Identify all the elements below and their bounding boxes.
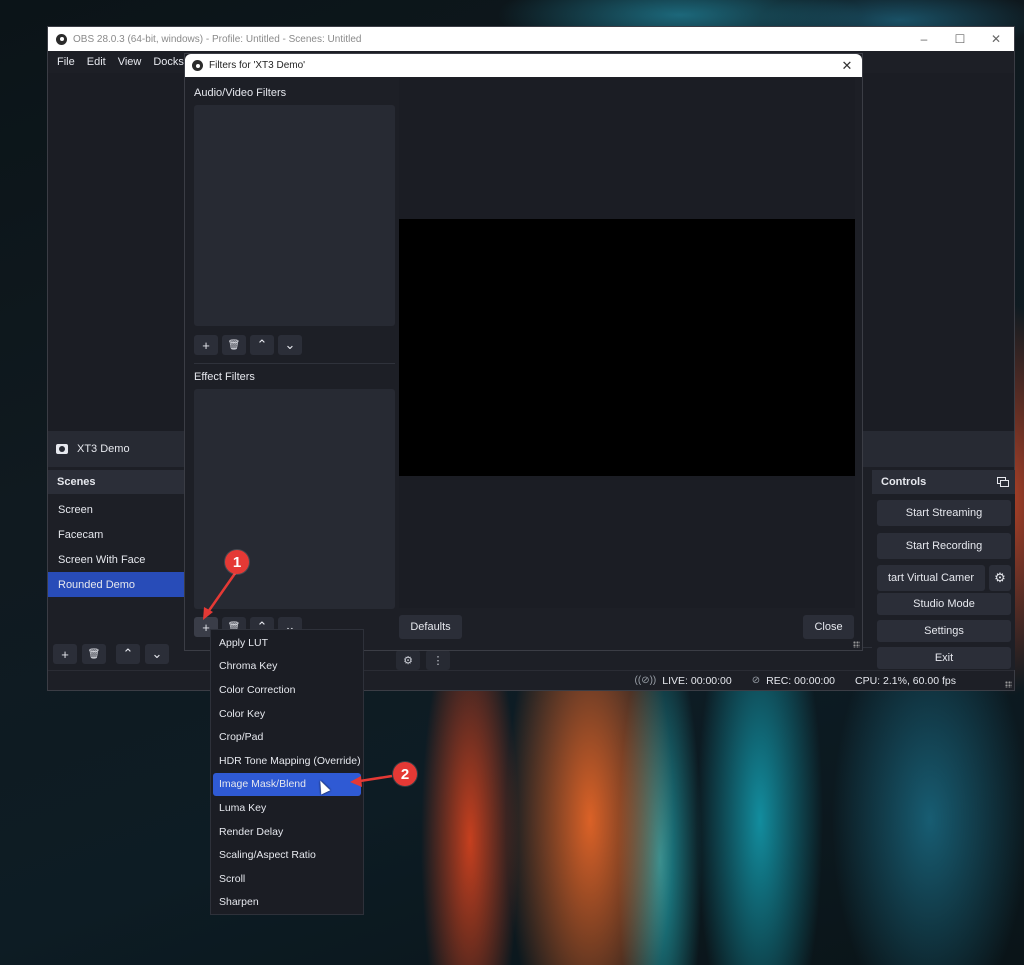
main-titlebar: OBS 28.0.3 (64-bit, windows) - Profile: …	[48, 27, 1014, 51]
exit-button[interactable]: Exit	[877, 647, 1011, 669]
close-dialog-icon[interactable]: ✕	[832, 58, 862, 74]
minimize-button[interactable]: –	[906, 27, 942, 51]
scene-item-screen-with-face[interactable]: Screen With Face	[48, 547, 186, 572]
section-divider	[194, 363, 395, 364]
controls-header: Controls	[872, 470, 1015, 494]
status-bar: ((⊘)) LIVE: 00:00:00 ⊘ REC: 00:00:00 CPU…	[48, 670, 1014, 690]
filters-dialog-title: Filters for 'XT3 Demo'	[209, 60, 306, 71]
scenes-header: Scenes	[48, 470, 186, 494]
menu-item-crop-pad[interactable]: Crop/Pad	[213, 725, 361, 749]
camera-icon	[56, 444, 68, 454]
source-name: XT3 Demo	[77, 443, 130, 455]
move-av-filter-down-button[interactable]: ⌄	[278, 335, 302, 355]
close-button[interactable]: Close	[803, 615, 854, 639]
start-streaming-button[interactable]: Start Streaming	[877, 500, 1011, 526]
effect-filters-label: Effect Filters	[194, 371, 255, 383]
move-av-filter-up-button[interactable]: ⌃	[250, 335, 274, 355]
obs-logo-icon	[192, 60, 203, 71]
controls-title: Controls	[881, 476, 927, 488]
audio-more-button[interactable]: ⋮	[426, 650, 450, 670]
settings-button[interactable]: Settings	[877, 620, 1011, 642]
gear-icon: ⚙	[994, 570, 1006, 585]
main-window-title: OBS 28.0.3 (64-bit, windows) - Profile: …	[73, 33, 362, 45]
stream-status-icon: ((⊘))	[634, 675, 657, 686]
menu-item-color-key[interactable]: Color Key	[213, 702, 361, 726]
effect-filters-list[interactable]	[194, 389, 395, 609]
menu-item-hdr-tone-mapping-override[interactable]: HDR Tone Mapping (Override)	[213, 749, 361, 773]
filters-dialog: Filters for 'XT3 Demo' ✕ Audio/Video Fil…	[184, 53, 863, 651]
filter-preview-video	[399, 219, 855, 476]
menu-item-luma-key[interactable]: Luma Key	[213, 796, 361, 820]
start-recording-button[interactable]: Start Recording	[877, 533, 1011, 559]
start-virtual-camera-button[interactable]: tart Virtual Camer	[877, 565, 985, 591]
step-1-badge: 1	[225, 550, 249, 574]
virtual-camera-row: tart Virtual Camer ⚙	[877, 565, 1011, 591]
trash-icon: 🗑	[227, 339, 241, 351]
menu-item-scroll[interactable]: Scroll	[213, 867, 361, 891]
audio-video-filters-label: Audio/Video Filters	[194, 87, 287, 99]
virtual-camera-settings-button[interactable]: ⚙	[989, 565, 1011, 591]
add-scene-button[interactable]: +	[53, 644, 77, 664]
resize-grip[interactable]	[1005, 681, 1012, 688]
menu-item-sharpen[interactable]: Sharpen	[213, 891, 361, 915]
menu-view[interactable]: View	[112, 56, 148, 68]
filters-titlebar: Filters for 'XT3 Demo' ✕	[185, 54, 862, 77]
maximize-button[interactable]: ☐	[942, 27, 978, 51]
remove-scene-button[interactable]: 🗑	[82, 644, 106, 664]
kebab-menu-icon: ⋮	[432, 654, 444, 667]
move-scene-down-button[interactable]: ⌄	[145, 644, 169, 664]
move-scene-up-button[interactable]: ⌃	[116, 644, 140, 664]
menu-file[interactable]: File	[51, 56, 81, 68]
record-status-icon: ⊘	[751, 675, 761, 686]
menu-item-render-delay[interactable]: Render Delay	[213, 820, 361, 844]
chevron-down-icon: ⌄	[284, 337, 296, 352]
scene-item-screen[interactable]: Screen	[48, 497, 186, 522]
chevron-down-icon: ⌄	[151, 646, 163, 661]
add-filter-menu: Apply LUT Chroma Key Color Correction Color…	[210, 629, 364, 915]
menu-edit[interactable]: Edit	[81, 56, 112, 68]
menu-item-image-mask-blend[interactable]: Image Mask/Blend	[213, 772, 361, 797]
scene-item-rounded-demo[interactable]: Rounded Demo	[48, 572, 186, 597]
add-av-filter-button[interactable]: +	[194, 335, 218, 355]
scenes-dock: Scenes Screen Facecam Screen With Face R…	[48, 470, 186, 670]
window-controls: – ☐ ✕	[906, 27, 1014, 51]
gear-icon: ⚙	[403, 654, 413, 667]
audio-settings-button[interactable]: ⚙	[396, 650, 420, 670]
undock-icon[interactable]	[997, 477, 1009, 487]
cpu-fps-readout: CPU: 2.1%, 60.00 fps	[855, 674, 956, 687]
controls-dock: Controls Start Streaming Start Recording…	[872, 470, 1015, 670]
step-2-badge: 2	[393, 762, 417, 786]
obs-logo-icon	[56, 33, 67, 45]
rec-timer: REC: 00:00:00	[766, 674, 836, 687]
menu-item-apply-lut[interactable]: Apply LUT	[213, 631, 361, 655]
plus-icon: +	[202, 619, 210, 635]
menu-item-scaling-aspect-ratio[interactable]: Scaling/Aspect Ratio	[213, 843, 361, 867]
remove-av-filter-button[interactable]: 🗑	[222, 335, 246, 355]
scenes-toolbar: + 🗑 ⌃ ⌄	[53, 644, 169, 664]
trash-icon: 🗑	[87, 648, 101, 660]
scene-item-facecam[interactable]: Facecam	[48, 522, 186, 547]
menu-item-chroma-key[interactable]: Chroma Key	[213, 655, 361, 679]
menu-item-color-correction[interactable]: Color Correction	[213, 678, 361, 702]
dialog-resize-grip[interactable]	[853, 641, 860, 648]
studio-mode-button[interactable]: Studio Mode	[877, 593, 1011, 615]
chevron-up-icon: ⌃	[256, 337, 268, 352]
plus-icon: +	[61, 646, 69, 662]
close-window-button[interactable]: ✕	[978, 27, 1014, 51]
live-timer: LIVE: 00:00:00	[662, 674, 732, 687]
plus-icon: +	[202, 337, 210, 353]
arrow-2-line	[359, 774, 393, 783]
chevron-up-icon: ⌃	[122, 646, 134, 661]
audio-video-filters-list[interactable]	[194, 105, 395, 326]
defaults-button[interactable]: Defaults	[399, 615, 462, 639]
audio-video-filters-toolbar: + 🗑 ⌃ ⌄	[194, 335, 302, 355]
